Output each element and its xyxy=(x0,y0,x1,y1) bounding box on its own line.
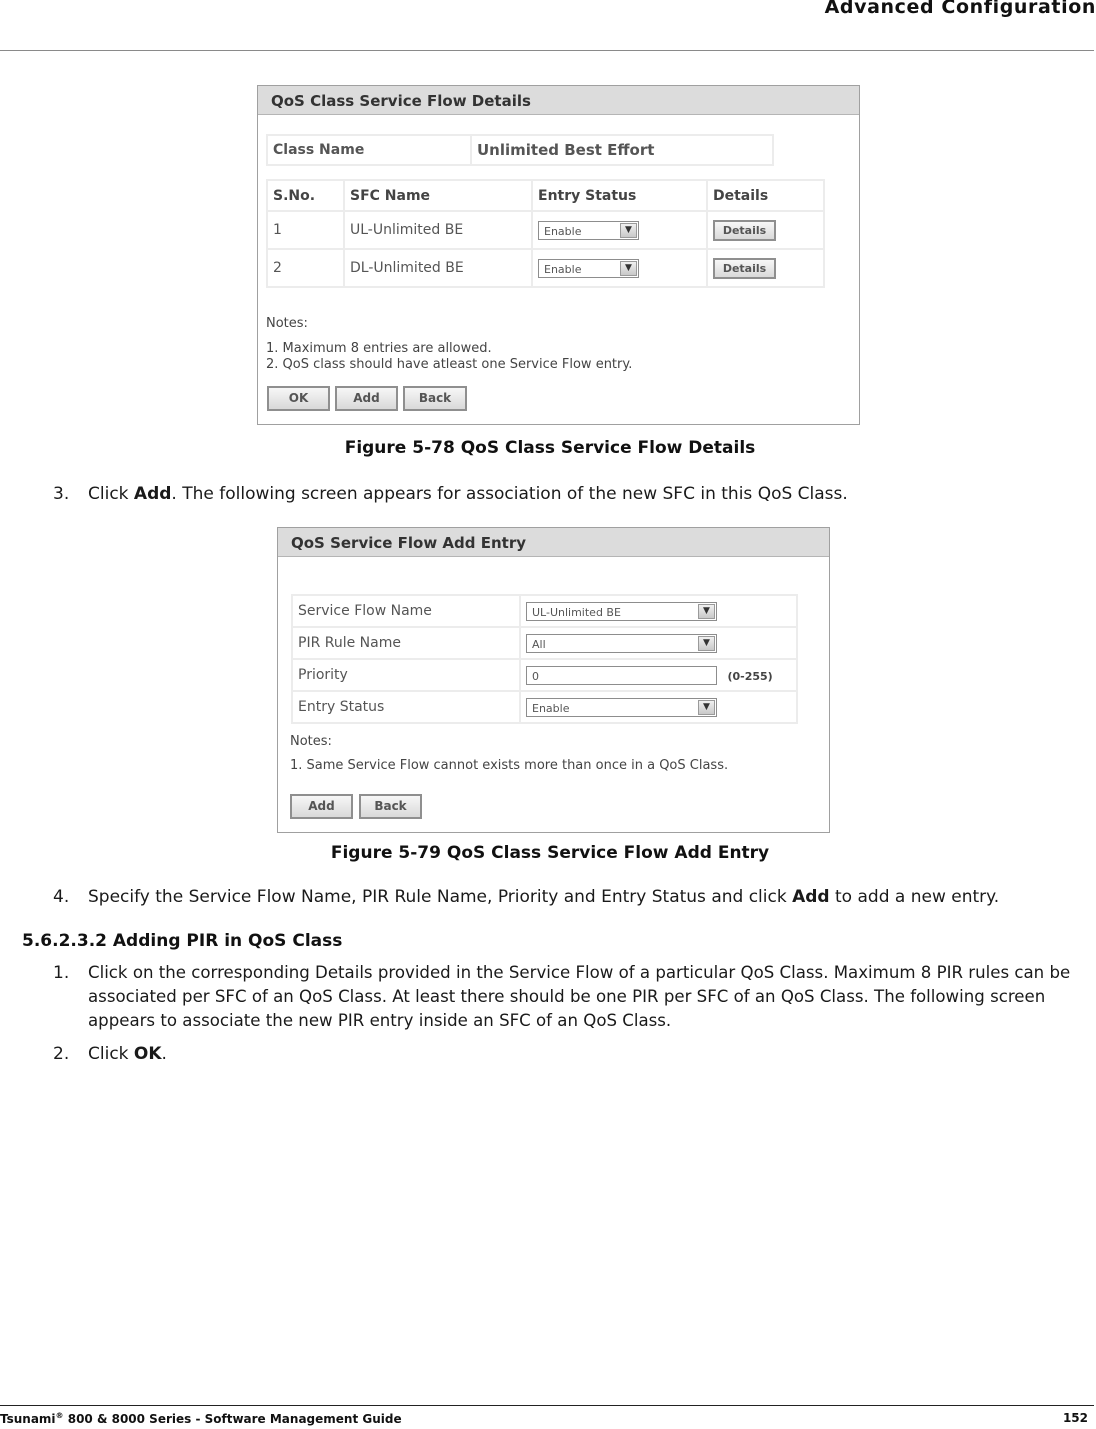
step-bold-text: OK xyxy=(133,1044,162,1064)
page-number: 152 xyxy=(1062,1411,1088,1425)
table-row: 2 DL-Unlimited BE Enable ▼ Details xyxy=(266,248,825,288)
entry-status-select[interactable]: Enable ▼ xyxy=(526,697,717,717)
chevron-down-icon[interactable]: ▼ xyxy=(698,699,715,715)
priority-range-hint: (0-255) xyxy=(727,669,773,683)
step-number: 4. xyxy=(53,887,70,907)
figure-caption: Figure 5-79 QoS Class Service Flow Add E… xyxy=(330,843,770,863)
details-button[interactable]: Details xyxy=(713,219,776,241)
pir-rule-name-label: PIR Rule Name xyxy=(291,626,521,660)
table-row: 1 UL-Unlimited BE Enable ▼ Details xyxy=(266,210,825,250)
step-text: Specify the Service Flow Name, PIR Rule … xyxy=(88,887,793,907)
note-item: 1. Same Service Flow cannot exists more … xyxy=(290,758,729,773)
step-text: . xyxy=(161,1044,167,1064)
class-name-table: Class Name Unlimited Best Effort xyxy=(266,134,774,166)
row-sno: 2 xyxy=(266,248,345,288)
back-button[interactable]: Back xyxy=(403,386,467,411)
header-divider xyxy=(0,50,1094,51)
qos-service-flow-add-entry-panel: QoS Service Flow Add Entry Service Flow … xyxy=(277,527,830,833)
notes-label: Notes: xyxy=(266,316,308,331)
step-text: to add a new entry. xyxy=(829,887,1000,907)
class-name-label: Class Name xyxy=(266,134,472,166)
service-flow-name-label: Service Flow Name xyxy=(291,594,521,628)
step-bold-text: Add xyxy=(792,887,830,907)
details-button[interactable]: Details xyxy=(713,257,776,279)
entry-status-value: Enable xyxy=(544,262,582,276)
add-button[interactable]: Add xyxy=(290,794,353,819)
panel-title: QoS Class Service Flow Details xyxy=(258,86,859,115)
note-item: 1. Maximum 8 entries are allowed. xyxy=(266,341,492,356)
add-entry-form: Service Flow Name UL-Unlimited BE ▼ PIR … xyxy=(291,594,798,724)
step-text: . The following screen appears for assoc… xyxy=(171,484,848,504)
back-button[interactable]: Back xyxy=(359,794,422,819)
priority-label: Priority xyxy=(291,658,521,692)
column-header-details: Details xyxy=(706,179,825,212)
step-text: Click xyxy=(88,1044,134,1064)
column-header-entry-status: Entry Status xyxy=(531,179,708,212)
step-bold-text: Add xyxy=(133,484,172,504)
chevron-down-icon[interactable]: ▼ xyxy=(620,222,637,238)
step-3: 3. Click Add. The following screen appea… xyxy=(53,482,1093,506)
step-4: 4. Specify the Service Flow Name, PIR Ru… xyxy=(53,885,1093,909)
entry-status-value: Enable xyxy=(532,701,570,715)
step-text: Click on the corresponding Details provi… xyxy=(88,963,1071,1030)
row-sno: 1 xyxy=(266,210,345,250)
step-text: Click xyxy=(88,484,134,504)
footer-guide-title: Tsunami® 800 & 8000 Series - Software Ma… xyxy=(0,1411,402,1426)
page-header-title: Advanced Configuration xyxy=(824,0,1096,18)
row-sfc-name: UL-Unlimited BE xyxy=(343,210,533,250)
footer-product: Tsunami xyxy=(0,1412,56,1426)
row-sfc-name: DL-Unlimited BE xyxy=(343,248,533,288)
column-header-sno: S.No. xyxy=(266,179,345,212)
pir-rule-name-select[interactable]: All ▼ xyxy=(526,633,717,653)
footer-divider xyxy=(0,1405,1094,1406)
chevron-down-icon[interactable]: ▼ xyxy=(698,603,715,619)
service-flow-name-select[interactable]: UL-Unlimited BE ▼ xyxy=(526,601,717,621)
step-number: 3. xyxy=(53,484,70,504)
chevron-down-icon[interactable]: ▼ xyxy=(620,260,637,276)
service-flow-name-value: UL-Unlimited BE xyxy=(532,605,621,619)
pir-rule-name-value: All xyxy=(532,637,546,651)
qos-class-service-flow-details-panel: QoS Class Service Flow Details Class Nam… xyxy=(257,85,860,425)
pir-step-2: 2. Click OK. xyxy=(53,1042,1093,1066)
class-name-value: Unlimited Best Effort xyxy=(470,134,774,166)
footer-guide-name: 800 & 8000 Series - Software Management … xyxy=(63,1412,402,1426)
registered-mark: ® xyxy=(55,1411,64,1420)
panel-title: QoS Service Flow Add Entry xyxy=(278,528,829,557)
figure-caption: Figure 5-78 QoS Class Service Flow Detai… xyxy=(344,438,756,458)
pir-step-1: 1. Click on the corresponding Details pr… xyxy=(53,961,1096,1033)
entry-status-select[interactable]: Enable ▼ xyxy=(538,258,639,278)
entry-status-select[interactable]: Enable ▼ xyxy=(538,220,639,240)
column-header-sfc-name: SFC Name xyxy=(343,179,533,212)
step-number: 1. xyxy=(53,963,70,983)
entry-status-value: Enable xyxy=(544,224,582,238)
section-heading: 5.6.2.3.2 Adding PIR in QoS Class xyxy=(22,931,343,951)
note-item: 2. QoS class should have atleast one Ser… xyxy=(266,357,633,372)
add-button[interactable]: Add xyxy=(335,386,398,411)
entry-status-label: Entry Status xyxy=(291,690,521,724)
step-number: 2. xyxy=(53,1044,70,1064)
ok-button[interactable]: OK xyxy=(267,386,330,411)
priority-input[interactable]: 0 xyxy=(526,665,717,685)
chevron-down-icon[interactable]: ▼ xyxy=(698,635,715,651)
service-flow-table: S.No. SFC Name Entry Status Details 1 UL… xyxy=(266,179,825,288)
notes-label: Notes: xyxy=(290,734,332,749)
